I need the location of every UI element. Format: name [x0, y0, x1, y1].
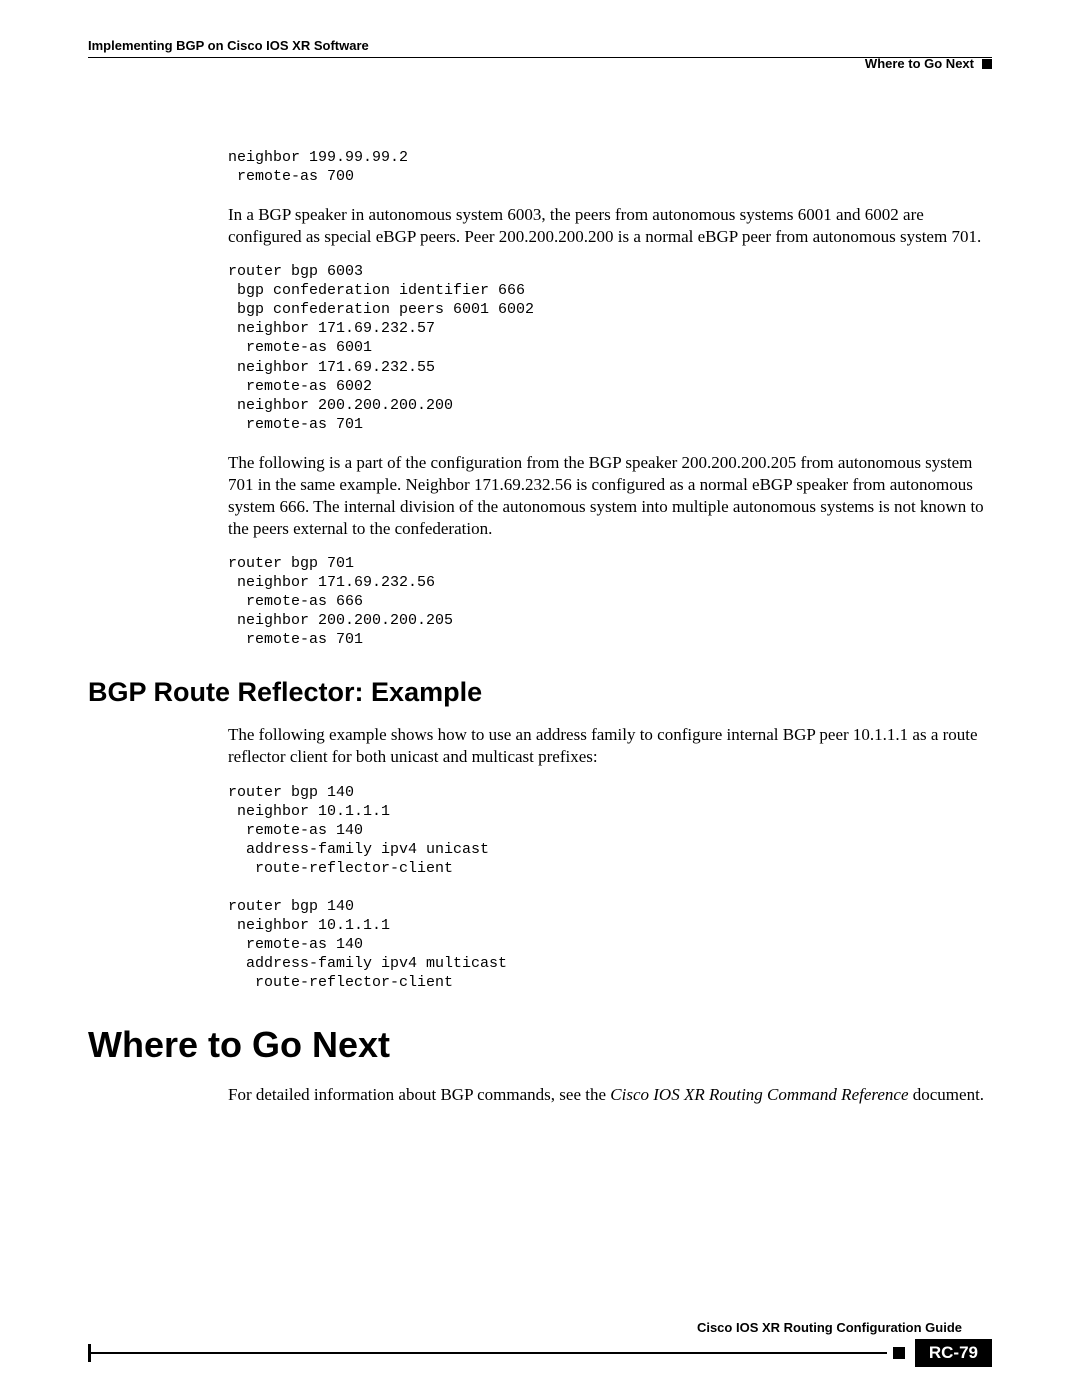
code-block: router bgp 140 neighbor 10.1.1.1 remote-…	[228, 783, 992, 993]
page-content: neighbor 199.99.99.2 remote-as 700 In a …	[88, 78, 992, 1106]
code-block: neighbor 199.99.99.2 remote-as 700	[228, 148, 992, 186]
page: Implementing BGP on Cisco IOS XR Softwar…	[0, 0, 1080, 1397]
body-paragraph: The following is a part of the configura…	[228, 452, 992, 540]
footer-rule	[91, 1352, 887, 1354]
text-run: document.	[909, 1085, 985, 1104]
body-paragraph: For detailed information about BGP comma…	[228, 1084, 992, 1106]
code-block: router bgp 6003 bgp confederation identi…	[228, 262, 992, 433]
body-paragraph: In a BGP speaker in autonomous system 60…	[228, 204, 992, 248]
header-topic-block: Where to Go Next	[865, 56, 992, 71]
page-footer: Cisco IOS XR Routing Configuration Guide…	[88, 1320, 992, 1367]
header-rule	[88, 57, 992, 58]
page-number: RC-79	[915, 1339, 992, 1367]
square-icon	[982, 59, 992, 69]
footer-bar: RC-79	[88, 1339, 992, 1367]
code-block: router bgp 701 neighbor 171.69.232.56 re…	[228, 554, 992, 649]
body-paragraph: The following example shows how to use a…	[228, 724, 992, 768]
page-header: Implementing BGP on Cisco IOS XR Softwar…	[88, 38, 992, 78]
header-topic: Where to Go Next	[865, 56, 974, 71]
text-run: For detailed information about BGP comma…	[228, 1085, 610, 1104]
major-heading: Where to Go Next	[88, 1024, 992, 1066]
square-icon	[893, 1347, 905, 1359]
italic-title: Cisco IOS XR Routing Command Reference	[610, 1085, 908, 1104]
header-chapter: Implementing BGP on Cisco IOS XR Softwar…	[88, 38, 992, 53]
section-heading: BGP Route Reflector: Example	[88, 677, 992, 708]
footer-guide: Cisco IOS XR Routing Configuration Guide	[88, 1320, 992, 1335]
